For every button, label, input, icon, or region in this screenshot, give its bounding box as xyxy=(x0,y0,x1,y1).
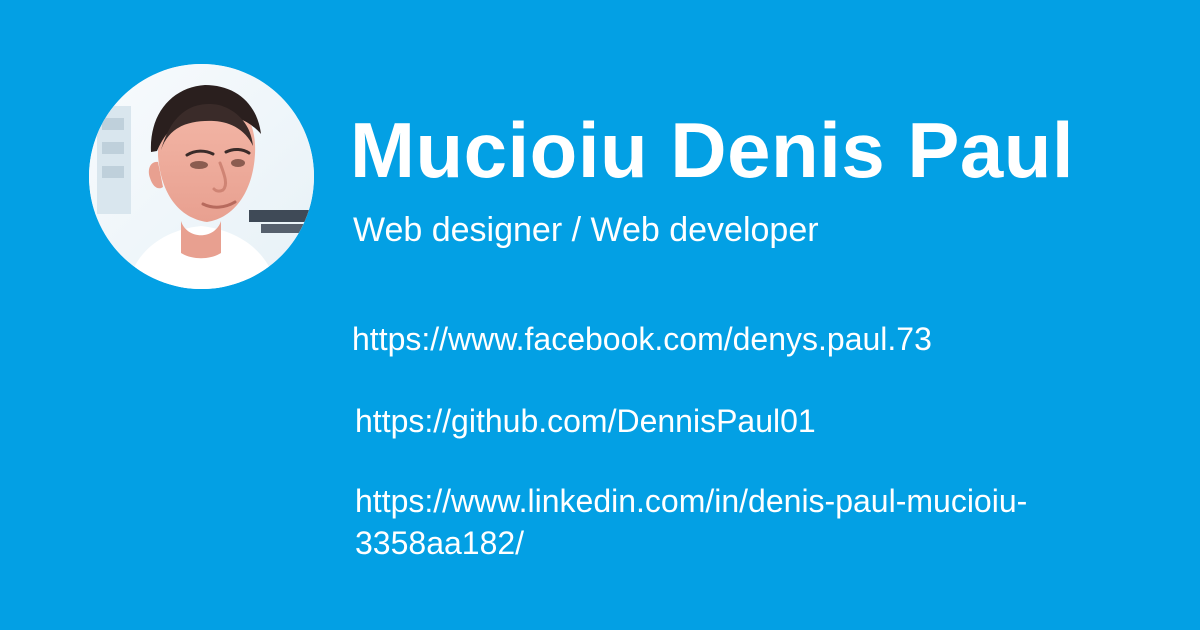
linkedin-link[interactable]: https://www.linkedin.com/in/denis-paul-m… xyxy=(355,480,1075,564)
profile-name: Mucioiu Denis Paul xyxy=(350,106,1075,194)
profile-links: https://www.facebook.com/denys.paul.73 h… xyxy=(352,318,1172,564)
profile-role: Web designer / Web developer xyxy=(353,211,819,249)
facebook-link[interactable]: https://www.facebook.com/denys.paul.73 xyxy=(352,318,1172,360)
profile-card: Mucioiu Denis Paul Web designer / Web de… xyxy=(0,0,1200,630)
github-link[interactable]: https://github.com/DennisPaul01 xyxy=(355,400,1172,442)
avatar xyxy=(89,64,314,289)
profile-photo xyxy=(89,64,314,289)
